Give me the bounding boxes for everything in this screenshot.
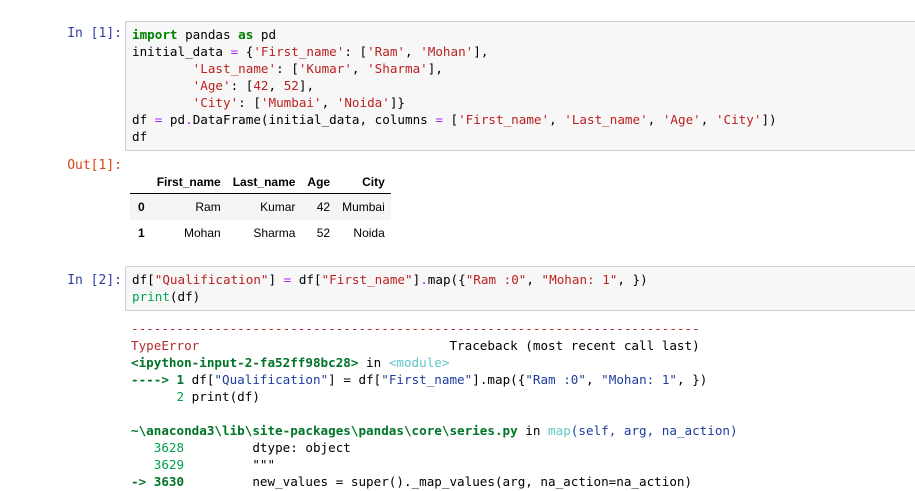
table-row: 0 Ram Kumar 42 Mumbai — [130, 193, 391, 220]
table-header-age: Age — [301, 171, 337, 194]
traceback-line: ----------------------------------------… — [131, 321, 700, 336]
code-line: df = pd.DataFrame(initial_data, columns … — [132, 112, 777, 127]
code-line: df["Qualification"] = df["First_name"].m… — [132, 272, 648, 287]
row-index: 1 — [138, 226, 145, 240]
code-line: 'Age': [42, 52], — [192, 78, 315, 93]
traceback-line: 3629 """ — [131, 457, 276, 472]
traceback-line — [131, 405, 738, 422]
cell1-out-prompt: Out[1]: — [67, 158, 122, 173]
table-cell: Mohan — [184, 226, 221, 240]
table-header-last-name: Last_name — [226, 171, 302, 194]
table-header-city: City — [336, 171, 391, 194]
table-header-first-name: First_name — [150, 171, 227, 194]
table-cell: 52 — [316, 226, 331, 240]
table-cell: Ram — [195, 200, 221, 214]
traceback-line: 2 print(df) — [131, 389, 260, 404]
cell2-in-prompt: In [2]: — [67, 273, 122, 288]
table-cell: Mumbai — [342, 200, 385, 214]
cell1-in-prompt: In [1]: — [67, 26, 122, 41]
row-index: 0 — [138, 200, 145, 214]
cell2-code-input[interactable]: df["Qualification"] = df["First_name"].m… — [125, 266, 915, 311]
traceback-line: ----> 1 df["Qualification"] = df["First_… — [131, 372, 708, 387]
code-line: initial_data = {'First_name': ['Ram', 'M… — [132, 44, 489, 59]
traceback-line: -> 3630 new_values = super()._map_values… — [131, 474, 693, 489]
table-cell: Kumar — [260, 200, 296, 214]
code-line: 'Last_name': ['Kumar', 'Sharma'], — [192, 61, 443, 76]
table-cell: Sharma — [253, 226, 296, 240]
table-row: 1 Mohan Sharma 52 Noida — [130, 220, 391, 246]
cell1-code-input[interactable]: import pandas as pd initial_data = {'Firs… — [125, 21, 915, 151]
table-header-row: First_name Last_name Age City — [130, 171, 391, 194]
code-line: print(df) — [132, 289, 201, 304]
traceback-line: ~\anaconda3\lib\site-packages\pandas\cor… — [131, 423, 738, 438]
code-line: import pandas as pd — [132, 27, 277, 42]
cell1-code: import pandas as pd initial_data = {'Firs… — [132, 26, 777, 145]
traceback-line: <ipython-input-2-fa52ff98bc28> in <modul… — [131, 355, 450, 370]
error-traceback: ----------------------------------------… — [131, 320, 738, 490]
traceback-line: 3628 dtype: object — [131, 440, 351, 455]
table-cell: 42 — [316, 200, 331, 214]
table-header-index — [130, 171, 151, 194]
table-cell: Noida — [353, 226, 385, 240]
code-line: 'City': ['Mumbai', 'Noida']} — [192, 95, 406, 110]
code-line: df — [132, 129, 148, 144]
dataframe-table: First_name Last_name Age City 0 Ram Kuma… — [130, 171, 391, 246]
traceback-line: TypeError Traceback (most recent call la… — [131, 338, 700, 353]
cell2-code: df["Qualification"] = df["First_name"].m… — [132, 271, 648, 305]
